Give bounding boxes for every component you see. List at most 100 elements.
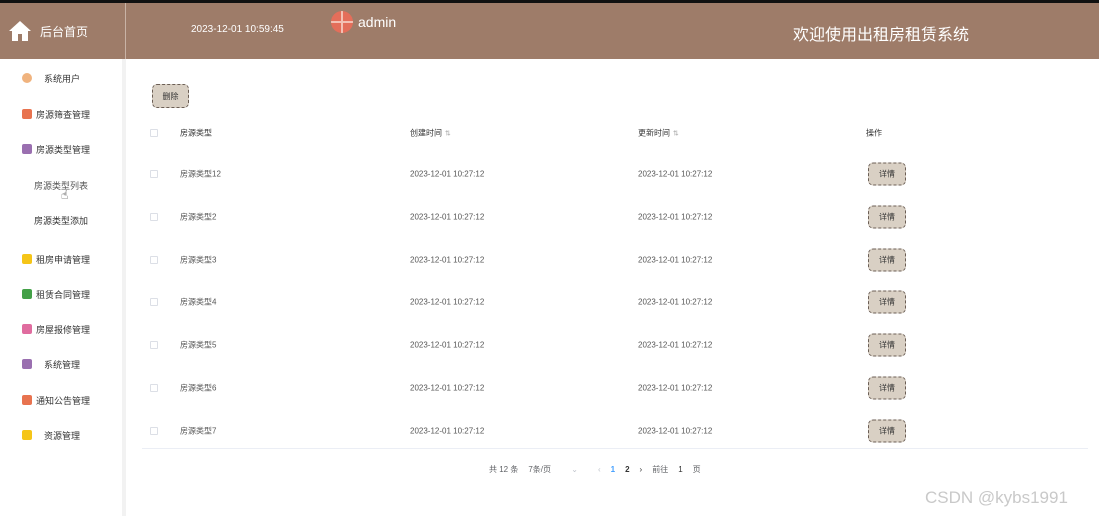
hand-cursor-icon: ☝ [61,188,69,202]
table-row: 房源类型4 2023-12-01 10:27:12 2023-12-01 10:… [142,280,1088,323]
avatar[interactable] [331,11,353,33]
cell-type: 房源类型5 [180,340,217,349]
cell-created: 2023-12-01 10:27:12 [410,169,485,178]
sidebar-item-label: 系统用户 [44,73,81,84]
sidebar-item-repair-requests[interactable]: 房屋报修管理 [0,318,122,340]
chevron-down-icon: ⌄ [571,464,578,474]
cell-type: 房源类型4 [180,297,217,306]
sort-icon[interactable]: ⇅ [445,130,451,138]
select-all-checkbox[interactable] [150,129,158,137]
box-icon [22,359,32,369]
sidebar-item-system-users[interactable]: 系统用户 [0,67,122,89]
row-checkbox[interactable] [150,383,158,392]
cell-updated: 2023-12-01 10:27:12 [638,255,713,264]
delete-button[interactable]: 删除 [152,84,189,108]
table-row: 房源类型2 2023-12-01 10:27:12 2023-12-01 10:… [142,195,1088,238]
cell-created: 2023-12-01 10:27:12 [410,212,485,221]
cell-type: 房源类型7 [180,426,217,435]
cell-created: 2023-12-01 10:27:12 [410,340,485,349]
next-page-icon[interactable]: › [640,465,643,474]
goto-prefix: 前往 [652,464,669,474]
pagination: 共 12 条 7条/页 ⌄ ‹ 1 2 › 前往 1 页 [489,462,711,476]
detail-button[interactable]: 详情 [868,205,906,228]
page-number[interactable]: 2 [625,465,629,474]
cell-created: 2023-12-01 10:27:12 [410,383,485,392]
box-icon [22,144,32,154]
row-checkbox[interactable] [150,212,158,221]
user-gear-icon [22,73,32,83]
username[interactable]: admin [358,14,396,30]
sidebar-item-label: 租赁合同管理 [36,289,91,300]
table-header: 房源类型 创建时间 ⇅ 更新时间 ⇅ 操作 [142,119,1088,147]
row-checkbox[interactable] [150,255,158,264]
sidebar-item-label: 通知公告管理 [36,395,91,406]
app-header: 后台首页 2023-12-01 10:59:45 admin 欢迎使用出租房租赁… [0,3,1099,59]
table-row: 房源类型5 2023-12-01 10:27:12 2023-12-01 10:… [142,323,1088,366]
detail-button[interactable]: 详情 [868,248,906,271]
home-icon [9,21,31,41]
table-divider [142,448,1088,449]
cube-icon [22,430,32,440]
sidebar-item-label: 房屋报修管理 [36,324,91,335]
cell-created: 2023-12-01 10:27:12 [410,426,485,435]
table-row: 房源类型7 2023-12-01 10:27:12 2023-12-01 10:… [142,409,1088,452]
row-checkbox[interactable] [150,340,158,349]
sidebar-item-announcements[interactable]: 通知公告管理 [0,389,122,411]
submenu-listing-type-add[interactable]: 房源类型添加 [0,214,122,227]
datetime-text: 2023-12-01 10:59:45 [191,24,284,35]
detail-button[interactable]: 详情 [868,333,906,356]
cell-type: 房源类型12 [180,169,221,178]
cell-created: 2023-12-01 10:27:12 [410,255,485,264]
sidebar-item-resources[interactable]: 资源管理 [0,424,122,446]
cell-updated: 2023-12-01 10:27:12 [638,340,713,349]
header-action: 操作 [866,128,882,138]
cell-updated: 2023-12-01 10:27:12 [638,383,713,392]
sort-icon[interactable]: ⇅ [673,130,679,138]
detail-button[interactable]: 详情 [868,162,906,185]
cell-updated: 2023-12-01 10:27:12 [638,297,713,306]
row-checkbox[interactable] [150,169,158,178]
main-content: 删除 房源类型 创建时间 ⇅ 更新时间 ⇅ 操作 房源类型12 2023-12-01… [130,59,1099,516]
sidebar: 系统用户 房源筛查管理 房源类型管理 房源类型列表 房源类型添加 租房申请管理 … [0,59,126,516]
detail-button[interactable]: 详情 [868,376,906,399]
grid-icon [22,109,32,119]
row-checkbox[interactable] [150,297,158,306]
sidebar-item-lease-contracts[interactable]: 租赁合同管理 [0,283,122,305]
prev-page-icon[interactable]: ‹ [598,465,601,474]
goto-page-input[interactable]: 1 [678,465,682,474]
cell-type: 房源类型2 [180,212,217,221]
detail-button[interactable]: 详情 [868,290,906,313]
header-created[interactable]: 创建时间 ⇅ [410,128,451,139]
pagination-total: 共 12 条 [489,464,519,474]
table-row: 房源类型6 2023-12-01 10:27:12 2023-12-01 10:… [142,366,1088,409]
page-number[interactable]: 1 [611,465,615,474]
sidebar-item-listing-types[interactable]: 房源类型管理 [0,138,122,160]
sidebar-item-label: 房源筛查管理 [36,109,91,120]
grid-icon [22,395,32,405]
monitor-icon [22,289,32,299]
page-size-select[interactable]: 7条/页 ⌄ [528,464,588,475]
sidebar-item-system-management[interactable]: 系统管理 [0,353,122,375]
sidebar-item-label: 租房申请管理 [36,254,91,265]
home-link[interactable]: 后台首页 [0,3,126,59]
cell-type: 房源类型6 [180,383,217,392]
header-updated[interactable]: 更新时间 ⇅ [638,128,679,139]
sidebar-item-label: 房源类型管理 [36,144,91,155]
cell-updated: 2023-12-01 10:27:12 [638,426,713,435]
sidebar-item-label: 系统管理 [44,359,81,370]
document-icon [22,324,32,334]
cell-created: 2023-12-01 10:27:12 [410,297,485,306]
site-title: 欢迎使用出租房租赁系统 [793,27,970,44]
home-label: 后台首页 [40,24,89,39]
table-row: 房源类型3 2023-12-01 10:27:12 2023-12-01 10:… [142,238,1088,281]
sidebar-item-listing-screening[interactable]: 房源筛查管理 [0,103,122,125]
detail-button[interactable]: 详情 [868,419,906,442]
cell-updated: 2023-12-01 10:27:12 [638,169,713,178]
cell-updated: 2023-12-01 10:27:12 [638,212,713,221]
sidebar-item-rental-applications[interactable]: 租房申请管理 [0,248,122,270]
sidebar-item-label: 资源管理 [44,430,81,441]
goto-suffix: 页 [692,464,701,474]
row-checkbox[interactable] [150,426,158,435]
header-type: 房源类型 [180,128,212,138]
table-row: 房源类型12 2023-12-01 10:27:12 2023-12-01 10… [142,152,1088,195]
